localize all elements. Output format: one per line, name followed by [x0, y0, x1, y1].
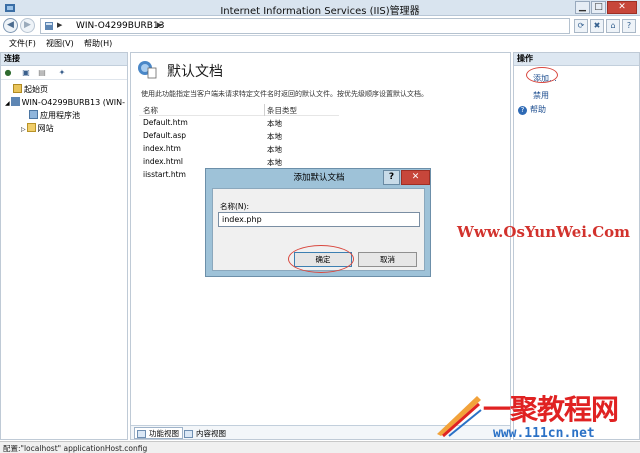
menu-file[interactable]: 文件(F): [9, 38, 36, 49]
back-button[interactable]: ◀: [3, 18, 18, 33]
item-type: 本地: [267, 132, 282, 141]
menu-help[interactable]: 帮助(H): [84, 38, 112, 49]
expand-icon[interactable]: ▷: [21, 126, 26, 133]
item-name: Default.asp: [143, 131, 187, 140]
tab-content-view[interactable]: 内容视图: [181, 427, 230, 439]
server-icon: [45, 22, 53, 30]
tree-label: 起始页: [24, 85, 48, 94]
address-bar: ◀ ▶ ▶ WIN-O4299BURB13 ▶ ⟳ ✖ ⌂ ?: [0, 16, 640, 36]
name-field[interactable]: index.php: [218, 212, 420, 227]
sites-folder-icon: [26, 123, 36, 132]
annotation-circle: [526, 67, 558, 83]
item-type: 本地: [267, 145, 282, 154]
tab-label: 功能视图: [149, 429, 179, 438]
connections-pane: 连接 ● ▣ ▤ ✦ 起始页 ◢ WIN-O4299BURB13 (WIN- 应用…: [0, 52, 128, 440]
save-icon[interactable]: ▣: [21, 68, 31, 78]
default-document-icon: [138, 61, 157, 79]
pen-logo-icon: [437, 396, 482, 438]
stop-icon[interactable]: ✖: [590, 19, 604, 33]
forward-button[interactable]: ▶: [20, 18, 35, 33]
breadcrumb-separator-icon: ▶: [57, 21, 63, 29]
content-view-icon: [184, 430, 193, 438]
refresh-icon[interactable]: ⟳: [574, 19, 588, 33]
connections-toolbar: ● ▣ ▤ ✦: [1, 66, 127, 80]
connections-header: 连接: [1, 53, 127, 66]
feature-description: 使用此功能指定当客户端未请求特定文件名时返回的默认文件。按优先级顺序设置默认文档…: [141, 90, 428, 98]
tree-sites[interactable]: ▷ 网站: [21, 123, 54, 134]
item-name: index.htm: [143, 144, 181, 153]
delete-connection-icon[interactable]: ✦: [57, 68, 67, 78]
logo-title: 一聚教程网: [483, 393, 619, 426]
item-name: Default.htm: [143, 118, 188, 127]
item-name: iisstart.htm: [143, 170, 186, 179]
item-type: 本地: [267, 119, 282, 128]
dialog-close-button[interactable]: ✕: [401, 170, 430, 185]
tree-app-pools[interactable]: 应用程序池: [29, 110, 80, 121]
menu-bar: 文件(F) 视图(V) 帮助(H): [0, 36, 640, 52]
collapse-icon[interactable]: ◢: [5, 100, 10, 107]
tab-label: 内容视图: [196, 429, 226, 438]
actions-header: 操作: [514, 53, 639, 66]
action-help[interactable]: ? 帮助: [518, 104, 546, 115]
item-name: index.html: [143, 157, 183, 166]
breadcrumb[interactable]: ▶ WIN-O4299BURB13 ▶: [40, 18, 570, 34]
column-header-type[interactable]: 条目类型: [267, 105, 297, 116]
menu-view[interactable]: 视图(V): [46, 38, 74, 49]
column-header-name[interactable]: 名称: [143, 105, 158, 116]
tree-label: 网站: [37, 124, 54, 133]
connect-icon[interactable]: ●: [3, 68, 13, 78]
tab-features-view[interactable]: 功能视图: [134, 427, 183, 439]
breadcrumb-separator-icon: ▶: [157, 21, 163, 29]
item-type: 本地: [267, 158, 282, 167]
title-bar: Internet Information Services (IIS)管理器 ▁…: [0, 0, 640, 17]
status-bar: 配置:"localhost" applicationHost.config: [0, 441, 640, 453]
app-pool-icon: [29, 110, 38, 119]
watermark-logo: 一聚教程网 www.111cn.net: [433, 388, 638, 441]
maximize-button[interactable]: □: [591, 1, 606, 14]
help-icon[interactable]: ?: [622, 19, 636, 33]
breadcrumb-server[interactable]: WIN-O4299BURB13: [76, 21, 164, 31]
start-page-icon: [13, 84, 22, 93]
help-circle-icon: ?: [518, 106, 527, 115]
action-help-label: 帮助: [530, 105, 546, 114]
home-icon[interactable]: ⌂: [606, 19, 620, 33]
action-disable[interactable]: 禁用: [533, 90, 549, 101]
watermark-site: Www.OsYunWei.Com: [457, 223, 631, 241]
close-button[interactable]: ✕: [607, 1, 637, 14]
features-view-icon: [137, 430, 146, 438]
up-icon[interactable]: ▤: [37, 68, 47, 78]
tree-start-page[interactable]: 起始页: [13, 84, 48, 95]
column-divider[interactable]: [264, 104, 265, 116]
tree-server[interactable]: ◢ WIN-O4299BURB13 (WIN-: [5, 97, 125, 107]
page-title: 默认文档: [167, 64, 223, 80]
list-item[interactable]: Default.asp 本地: [139, 129, 339, 142]
list-item[interactable]: index.html 本地: [139, 155, 339, 168]
list-item[interactable]: Default.htm 本地: [139, 116, 339, 129]
tree-label: 应用程序池: [40, 111, 80, 120]
list-item[interactable]: index.htm 本地: [139, 142, 339, 155]
name-label: 名称(N):: [220, 202, 249, 211]
list-header: 名称 条目类型: [139, 104, 339, 116]
window-title: Internet Information Services (IIS)管理器: [220, 6, 420, 17]
server-icon: [10, 97, 20, 106]
status-text: 配置:"localhost" applicationHost.config: [3, 444, 148, 453]
logo-url: www.111cn.net: [493, 426, 595, 441]
tree-label: WIN-O4299BURB13 (WIN-: [21, 98, 126, 107]
dialog-help-button[interactable]: ?: [383, 170, 400, 185]
minimize-button[interactable]: ▁: [575, 1, 590, 14]
cancel-button[interactable]: 取消: [358, 252, 417, 267]
annotation-circle: [288, 245, 354, 273]
actions-pane: 操作 添加... 禁用 ? 帮助: [513, 52, 640, 440]
